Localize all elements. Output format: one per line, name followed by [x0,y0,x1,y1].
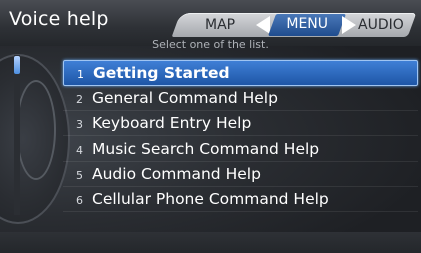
list-item-label: Keyboard Entry Help [92,114,252,133]
list-item[interactable]: 4 Music Search Command Help [63,137,418,162]
list-item-label: Music Search Command Help [92,139,320,158]
list-item-label: General Command Help [92,89,278,108]
list-item-number: 4 [76,143,83,157]
list-item-number: 2 [76,93,83,107]
page-title: Voice help [9,8,109,30]
scrollbar-thumb[interactable] [14,56,20,74]
tab-menu[interactable]: MENU [267,14,347,36]
list-item-number: 1 [77,68,84,81]
list-item[interactable]: 6 Cellular Phone Command Help [63,187,418,212]
list-item-label: Getting Started [93,64,230,82]
tab-menu-label: MENU [286,16,329,32]
list-item[interactable]: 5 Audio Command Help [63,162,418,187]
header-bar: Voice help MAP MENU AUDIO Select one of … [0,0,421,51]
voice-help-screen: Voice help MAP MENU AUDIO Select one of … [0,0,421,253]
arrow-left-icon[interactable] [256,16,270,34]
dial-inner-ring [16,80,56,180]
instruction-text: Select one of the list. [152,38,269,51]
list-item-label: Audio Command Help [92,164,261,183]
list-item-number: 6 [76,193,83,207]
list-item-number: 5 [76,168,83,182]
bottom-bar [0,232,421,253]
arrow-right-icon[interactable] [342,16,356,34]
list-item[interactable]: 3 Keyboard Entry Help [63,111,418,137]
help-topic-list: 1 Getting Started 2 General Command Help 3… [63,60,418,212]
list-item-number: 3 [76,118,83,132]
list-item-label: Cellular Phone Command Help [92,189,329,208]
list-item[interactable]: 1 Getting Started [63,60,418,86]
list-item[interactable]: 2 General Command Help [63,86,418,112]
scrollbar-track[interactable] [14,55,20,215]
tab-map[interactable]: MAP [205,15,235,35]
tab-audio[interactable]: AUDIO [358,15,404,35]
